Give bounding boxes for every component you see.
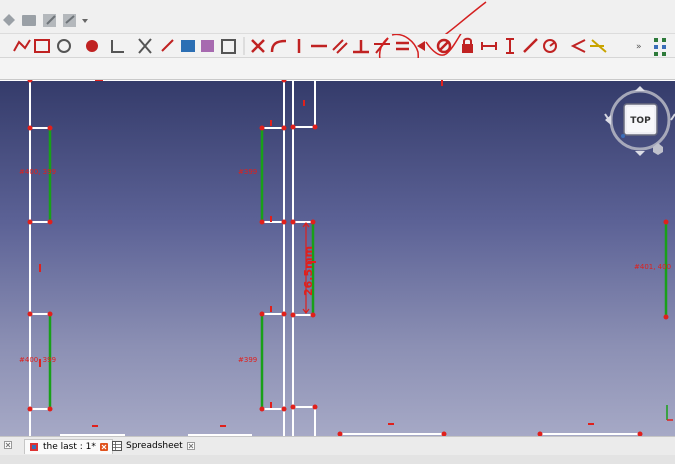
nav-arrow-up-icon xyxy=(635,86,645,91)
navigation-cube[interactable]: TOP xyxy=(604,86,675,156)
sketcher-toolbar-icons: » xyxy=(13,31,666,79)
sketch-white-edges xyxy=(0,80,675,436)
nav-cube-face-label: TOP xyxy=(630,116,651,126)
tab-label: Spreadsheet xyxy=(126,441,183,451)
point-on-object-icon[interactable] xyxy=(270,39,287,53)
tab-the-last[interactable]: the last : 1* xyxy=(24,439,113,454)
equal-icon[interactable] xyxy=(396,41,409,51)
clone-icon[interactable] xyxy=(201,40,214,52)
radius-icon[interactable] xyxy=(543,39,557,53)
carbon-copy-icon[interactable] xyxy=(181,40,195,52)
top-toolbar-icons xyxy=(3,1,487,45)
equal-constraint-label-2[interactable]: #399 xyxy=(238,168,257,176)
equal-constraint-label-3[interactable]: #401, 400 xyxy=(634,263,671,271)
share-icon[interactable] xyxy=(63,14,76,27)
annotation-arrow-stroke xyxy=(431,1,487,45)
trim-icon[interactable] xyxy=(111,40,124,53)
element-list-icon[interactable] xyxy=(654,38,666,56)
toolbar-overflow-chevron[interactable]: » xyxy=(636,42,642,52)
equal-constraint-label-4[interactable]: #400, 399 xyxy=(19,356,56,364)
perpendicular-icon[interactable] xyxy=(353,40,369,54)
symmetric-icon[interactable] xyxy=(417,41,425,51)
annotation-circle xyxy=(379,33,419,79)
vertical-distance-icon[interactable] xyxy=(506,38,514,54)
polyline-icon[interactable] xyxy=(13,39,31,52)
tab-label: the last : 1* xyxy=(43,442,96,452)
secondary-toolbar-strip xyxy=(0,58,675,80)
equal-constraint-label-1[interactable]: #400, 399 xyxy=(19,168,56,176)
parallel-icon[interactable] xyxy=(332,39,348,54)
sketcher-toolbar: » xyxy=(0,31,675,79)
navigation-icon[interactable] xyxy=(3,14,15,26)
constraint-points xyxy=(27,80,669,436)
axis-indicator xyxy=(666,405,673,421)
rectangle-icon[interactable] xyxy=(34,39,50,53)
distance-icon[interactable] xyxy=(523,38,538,53)
constraint-marks xyxy=(39,80,594,427)
sketch-green-edges xyxy=(48,128,668,409)
top-toolbar xyxy=(0,0,675,45)
lock-icon[interactable] xyxy=(462,37,473,53)
edit-icon[interactable] xyxy=(43,14,56,27)
tab-spreadsheet[interactable]: Spreadsheet xyxy=(108,439,199,453)
document-tab-bar: the last : 1* Spreadsheet xyxy=(0,436,675,455)
dimension-label-26-5mm[interactable]: 26.5mm xyxy=(302,246,315,296)
folder-icon[interactable] xyxy=(22,15,36,26)
dropdown-icon[interactable] xyxy=(82,19,88,23)
spreadsheet-icon xyxy=(112,441,122,451)
status-bar xyxy=(0,455,675,464)
coincident-icon[interactable] xyxy=(251,39,265,53)
snell-icon[interactable] xyxy=(590,39,607,53)
close-tab-icon[interactable] xyxy=(99,443,108,451)
sketch-canvas: 26.5mm #400, 399 #399 #401, 400 #400, 39… xyxy=(0,80,675,436)
horizontal-distance-icon[interactable] xyxy=(481,42,497,50)
nav-arrow-down-icon xyxy=(635,151,645,156)
polygon-icon[interactable] xyxy=(57,39,71,53)
extend-icon[interactable] xyxy=(138,38,152,54)
external-geometry-icon[interactable] xyxy=(161,39,174,52)
tab-bar-close-icon[interactable] xyxy=(4,441,12,449)
close-tab-icon[interactable] xyxy=(186,442,195,450)
sketch-viewport[interactable]: 26.5mm #400, 399 #399 #401, 400 #400, 39… xyxy=(0,80,675,436)
equal-constraint-label-5[interactable]: #399 xyxy=(238,356,257,364)
fillet-icon[interactable] xyxy=(86,40,98,52)
block-icon[interactable] xyxy=(436,38,452,54)
angle-icon[interactable] xyxy=(570,39,586,53)
array-icon[interactable] xyxy=(221,39,236,54)
freecad-document-icon xyxy=(30,443,38,451)
